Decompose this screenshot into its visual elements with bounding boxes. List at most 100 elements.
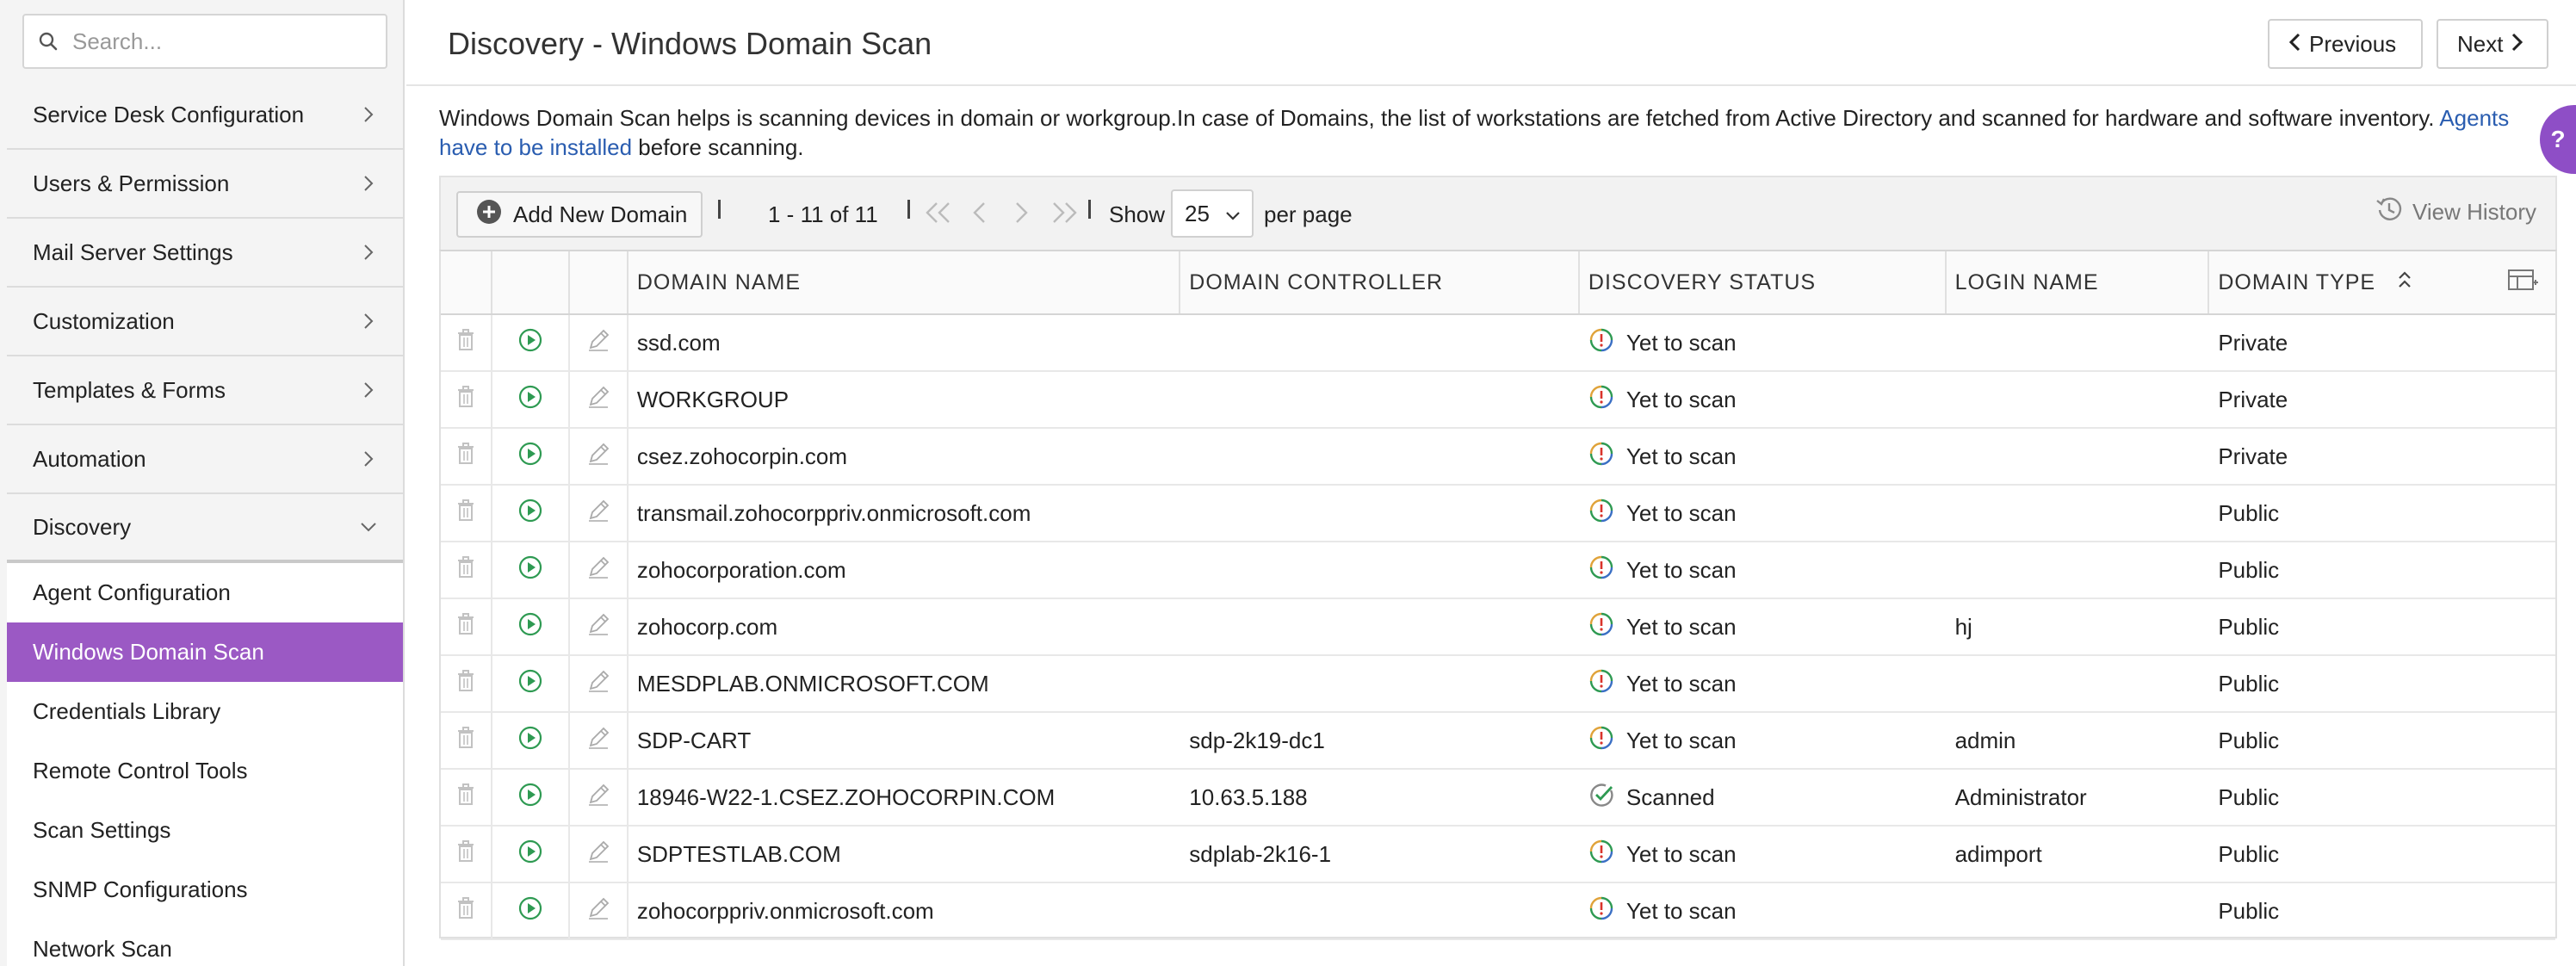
edit-row-button[interactable] (570, 486, 629, 541)
start-scan-button[interactable] (492, 315, 570, 370)
edit-row-button[interactable] (570, 713, 629, 768)
edit-row-button[interactable] (570, 372, 629, 427)
sidebar-subitem-windows-domain-scan[interactable]: Windows Domain Scan (7, 622, 403, 682)
table-row[interactable]: WORKGROUP Yet to scan Private (441, 372, 2555, 429)
view-history-button[interactable]: View History (2375, 195, 2536, 230)
search-box[interactable] (22, 14, 387, 69)
delete-row-button[interactable] (441, 486, 492, 541)
domain-type-cell: Public (2218, 727, 2280, 753)
delete-row-button[interactable] (441, 542, 492, 598)
column-header-discovery-status[interactable]: DISCOVERY STATUS (1580, 251, 1947, 313)
trash-icon (456, 328, 475, 357)
next-page-icon[interactable] (1014, 200, 1030, 226)
next-button[interactable]: Next (2437, 19, 2548, 69)
start-scan-button[interactable] (492, 599, 570, 654)
sidebar-item-customization[interactable]: Customization (7, 288, 403, 356)
discovery-status-cell: Yet to scan (1580, 372, 1947, 427)
delete-row-button[interactable] (441, 599, 492, 654)
search-input[interactable] (72, 28, 374, 55)
toolbar-divider (907, 200, 910, 219)
domain-name-cell: ssd.com (636, 329, 721, 356)
start-scan-button[interactable] (492, 713, 570, 768)
table-row[interactable]: zohocorppriv.onmicrosoft.com Yet to scan… (441, 883, 2555, 940)
sidebar-subitem-scan-settings[interactable]: Scan Settings (7, 801, 403, 860)
table-row[interactable]: zohocorp.com Yet to scan hj Public (441, 599, 2555, 656)
delete-row-button[interactable] (441, 713, 492, 768)
sidebar-subitem-agent-configuration[interactable]: Agent Configuration (7, 563, 403, 622)
edit-row-button[interactable] (570, 883, 629, 938)
column-header-domain-controller[interactable]: DOMAIN CONTROLLER (1180, 251, 1580, 313)
sort-ascending-icon[interactable] (2398, 270, 2412, 295)
discovery-status-text: Yet to scan (1625, 556, 1737, 583)
sidebar-subitem-remote-control-tools[interactable]: Remote Control Tools (7, 741, 403, 801)
sidebar-item-label: Customization (33, 307, 175, 334)
edit-row-button[interactable] (570, 599, 629, 654)
delete-row-button[interactable] (441, 827, 492, 882)
start-scan-button[interactable] (492, 372, 570, 427)
table-row[interactable]: zohocorporation.com Yet to scan Public (441, 542, 2555, 599)
sidebar-subitem-credentials-library[interactable]: Credentials Library (7, 682, 403, 741)
delete-row-button[interactable] (441, 315, 492, 370)
sidebar-item-service-desk-configuration[interactable]: Service Desk Configuration (7, 81, 403, 150)
login-name-cell (1947, 542, 2210, 598)
domain-name-cell: MESDPLAB.ONMICROSOFT.COM (636, 670, 989, 697)
column-header-domain-type[interactable]: DOMAIN TYPE (2209, 251, 2555, 313)
sidebar-subitem-snmp-configurations[interactable]: SNMP Configurations (7, 860, 403, 920)
edit-row-button[interactable] (570, 770, 629, 825)
add-new-domain-button[interactable]: Add New Domain (456, 191, 703, 238)
first-page-icon[interactable] (923, 200, 952, 226)
login-name-cell: adimport (1954, 840, 2042, 867)
chevron-right-icon (360, 381, 377, 399)
start-scan-button[interactable] (492, 827, 570, 882)
table-row[interactable]: SDP-CART sdp-2k19-dc1 Yet to scan admin … (441, 713, 2555, 770)
previous-page-icon[interactable] (971, 200, 987, 226)
delete-row-button[interactable] (441, 372, 492, 427)
scanned-check-icon (1588, 782, 1614, 814)
delete-row-button[interactable] (441, 656, 492, 711)
discovery-status-cell: Yet to scan (1580, 883, 1947, 938)
sidebar-item-users-permission[interactable]: Users & Permission (7, 150, 403, 219)
show-label: Show (1109, 201, 1166, 227)
delete-row-button[interactable] (441, 770, 492, 825)
start-scan-button[interactable] (492, 542, 570, 598)
start-scan-button[interactable] (492, 486, 570, 541)
trash-icon (456, 612, 475, 641)
edit-row-button[interactable] (570, 827, 629, 882)
next-label: Next (2457, 30, 2504, 57)
sidebar-item-discovery[interactable]: Discovery (7, 494, 403, 563)
sidebar-item-mail-server-settings[interactable]: Mail Server Settings (7, 219, 403, 288)
sidebar: Service Desk Configuration Users & Permi… (0, 0, 405, 966)
table-header: DOMAIN NAME DOMAIN CONTROLLER DISCOVERY … (441, 251, 2555, 315)
start-scan-button[interactable] (492, 883, 570, 938)
start-scan-button[interactable] (492, 429, 570, 484)
start-scan-button[interactable] (492, 770, 570, 825)
edit-row-button[interactable] (570, 315, 629, 370)
trash-icon (456, 555, 475, 585)
table-row[interactable]: MESDPLAB.ONMICROSOFT.COM Yet to scan Pub… (441, 656, 2555, 713)
header-delete-col (441, 251, 492, 313)
column-header-login-name[interactable]: LOGIN NAME (1947, 251, 2210, 313)
table-row[interactable]: 18946-W22-1.CSEZ.ZOHOCORPIN.COM 10.63.5.… (441, 770, 2555, 827)
table-body: ssd.com Yet to scan Private WORKGROUP Ye… (441, 315, 2555, 940)
edit-row-button[interactable] (570, 429, 629, 484)
table-row[interactable]: SDPTESTLAB.COM sdplab-2k16-1 Yet to scan… (441, 827, 2555, 883)
sidebar-subitem-network-scan[interactable]: Network Scan (7, 920, 403, 966)
sidebar-item-templates-forms[interactable]: Templates & Forms (7, 356, 403, 425)
column-header-domain-name[interactable]: DOMAIN NAME (629, 251, 1181, 313)
discovery-status-cell: Yet to scan (1580, 429, 1947, 484)
help-tab[interactable]: ? (2540, 105, 2576, 174)
previous-button[interactable]: Previous (2268, 19, 2423, 69)
table-row[interactable]: ssd.com Yet to scan Private (441, 315, 2555, 372)
sidebar-item-automation[interactable]: Automation (7, 425, 403, 494)
last-page-icon[interactable] (1050, 200, 1080, 226)
start-scan-button[interactable] (492, 656, 570, 711)
delete-row-button[interactable] (441, 883, 492, 938)
table-row[interactable]: csez.zohocorpin.com Yet to scan Private (441, 429, 2555, 486)
per-page-select[interactable]: 25 (1171, 189, 1254, 238)
column-chooser-icon[interactable] (2507, 267, 2538, 299)
delete-row-button[interactable] (441, 429, 492, 484)
edit-row-button[interactable] (570, 656, 629, 711)
table-row[interactable]: transmail.zohocorppriv.onmicrosoft.com Y… (441, 486, 2555, 542)
edit-row-button[interactable] (570, 542, 629, 598)
per-page-value: 25 (1185, 200, 1210, 226)
